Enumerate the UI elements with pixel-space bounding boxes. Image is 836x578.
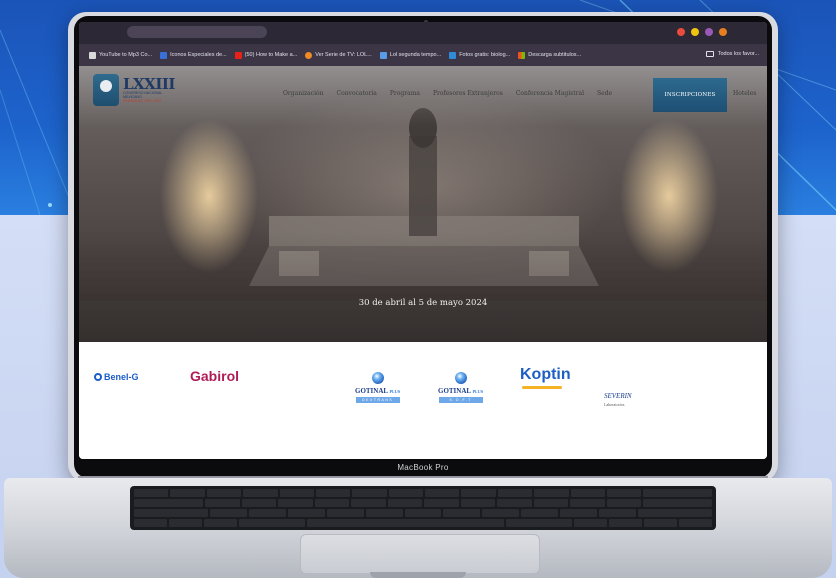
- benel-ring-icon: [94, 373, 102, 381]
- bookmark-label: Descarga subtitulos...: [528, 52, 582, 58]
- bookmark-label: Iconos Especiales de...: [170, 52, 227, 58]
- sponsor-benel-logo[interactable]: Benel-G: [94, 372, 139, 382]
- bookmark-favicon-icon: [449, 51, 457, 59]
- bookmark-label: YouTube to Mp3 Co...: [99, 52, 153, 58]
- sponsor-koptin-logo[interactable]: Koptin: [520, 366, 571, 384]
- drop-icon: [371, 372, 384, 384]
- bookmark-item[interactable]: Iconos Especiales de...: [160, 51, 227, 59]
- bookmarks-folder[interactable]: Todos los favor...: [705, 51, 759, 57]
- site-nav: Organización Convocatoria Programa Profe…: [283, 90, 612, 97]
- browser-tab-strip: [79, 22, 767, 44]
- bookmark-label: Lol segunda tempo...: [389, 52, 442, 58]
- bookmark-favicon-icon: [305, 51, 313, 59]
- nav-link-conferencia[interactable]: Conferencia Magistral: [516, 90, 584, 97]
- microsoft-icon: [518, 51, 526, 59]
- youtube-icon: [234, 51, 242, 59]
- gotinal-band: DEXTRANS: [355, 397, 400, 403]
- extension-icon[interactable]: [705, 28, 713, 36]
- bookmark-favicon-icon: [379, 51, 387, 59]
- nav-link-programa[interactable]: Programa: [390, 90, 420, 97]
- logo-city: VERACRUZ, VER. 2024: [123, 99, 162, 103]
- bookmark-item[interactable]: (50) How to Make a...: [234, 51, 298, 59]
- sponsor-severin-logo[interactable]: SEVERIN Laboratorios: [604, 392, 632, 408]
- gotinal-name: GOTINAL Pl.US: [355, 387, 400, 395]
- bookmarks-bar: YouTube to Mp3 Co... Iconos Especiales d…: [79, 44, 767, 66]
- sponsor-gabirol-logo[interactable]: Gabirol: [190, 368, 239, 384]
- drop-icon: [454, 372, 467, 384]
- nav-link-hoteles[interactable]: Hoteles: [733, 90, 756, 97]
- congress-logo[interactable]: LXXIII CONGRESO NACIONAL MEXICANO VERACR…: [93, 74, 175, 106]
- inscripciones-button[interactable]: INSCRIPCIONES: [653, 78, 727, 112]
- bookmark-label: Fotos gratis: biolog...: [459, 52, 511, 58]
- logo-roman-numeral: LXXIII: [123, 75, 175, 93]
- laptop-trackpad: [300, 534, 540, 574]
- bookmark-label: Ver Serie de TV: LOL...: [315, 52, 372, 58]
- nav-link-organizacion[interactable]: Organización: [283, 90, 323, 97]
- gotinal-band: S.O.F.T: [438, 397, 483, 403]
- folder-icon: [705, 51, 714, 57]
- nav-link-sede[interactable]: Sede: [597, 90, 612, 97]
- extension-icon[interactable]: [677, 28, 685, 36]
- gotinal-suffix: Pl.US: [389, 389, 401, 394]
- nav-link-convocatoria[interactable]: Convocatoria: [336, 90, 376, 97]
- bookmarks-folder-label: Todos los favor...: [717, 51, 759, 57]
- sponsor-benel-text: Benel-G: [104, 372, 139, 382]
- bookmark-label: (50) How to Make a...: [244, 52, 298, 58]
- gotinal-name: GOTINAL Pl.US: [438, 387, 483, 395]
- browser-extension-icons: [677, 28, 727, 36]
- laptop-screen: YouTube to Mp3 Co... Iconos Especiales d…: [79, 22, 767, 459]
- bookmark-item[interactable]: Descarga subtitulos...: [518, 51, 582, 59]
- event-dates: 30 de abril al 5 de mayo 2024: [358, 298, 488, 308]
- nav-link-profesores[interactable]: Profesores Extranjeros: [433, 90, 503, 97]
- bookmark-item[interactable]: Ver Serie de TV: LOL...: [305, 51, 372, 59]
- laptop-keyboard: [130, 486, 716, 530]
- laptop-front-notch: [370, 572, 466, 578]
- bookmark-favicon-icon: [160, 51, 168, 59]
- gotinal-name-text: GOTINAL: [438, 387, 471, 395]
- logo-subtitle: CONGRESO NACIONAL MEXICANO: [123, 91, 163, 99]
- bookmark-item[interactable]: Fotos gratis: biolog...: [449, 51, 511, 59]
- extension-icon[interactable]: [719, 28, 727, 36]
- bookmark-item[interactable]: Lol segunda tempo...: [379, 51, 442, 59]
- congress-emblem-icon: [93, 74, 119, 106]
- extension-icon[interactable]: [691, 28, 699, 36]
- sponsors-strip: [79, 342, 767, 459]
- severin-name: SEVERIN: [604, 392, 632, 400]
- sponsor-gotinal-soft-logo[interactable]: GOTINAL Pl.US S.O.F.T: [438, 372, 483, 403]
- gotinal-name-text: GOTINAL: [355, 387, 388, 395]
- address-bar[interactable]: [127, 26, 267, 38]
- bookmark-item[interactable]: YouTube to Mp3 Co...: [89, 51, 153, 59]
- sponsor-gotinal-dextrans-logo[interactable]: GOTINAL Pl.US DEXTRANS: [355, 372, 400, 403]
- bookmark-favicon-icon: [89, 51, 96, 59]
- koptin-swoosh: [522, 386, 562, 389]
- severin-tag: Laboratorios: [604, 402, 625, 407]
- gotinal-suffix: Pl.US: [472, 389, 484, 394]
- laptop-model-label: MacBook Pro: [397, 463, 449, 472]
